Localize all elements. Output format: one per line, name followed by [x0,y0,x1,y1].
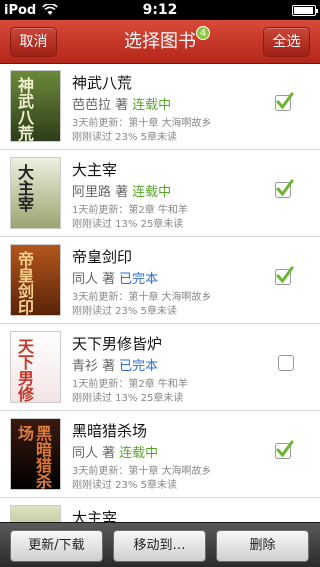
move-to-button[interactable]: 移动到… [113,530,206,562]
book-author: 阿里路 著 [72,185,129,200]
book-cover-image: 大主宰 [10,157,61,229]
book-meta: 芭芭拉 著连载中 [72,94,171,113]
update-download-button[interactable]: 更新/下载 [10,530,103,562]
book-row[interactable]: 大主宰 [0,499,320,522]
book-update-info: 1天前更新：第2章 牛和羊 [72,205,188,216]
book-update-info: 1天前更新：第2章 牛和羊 [72,379,188,390]
book-status: 连载中 [132,185,172,200]
clock: 9:12 [142,2,178,18]
book-progress-info: 刚刚读过 23% 5章未读 [72,132,177,143]
checkbox-checked-icon[interactable] [274,266,294,286]
book-row[interactable]: 神武八荒 神武八荒 芭芭拉 著连载中 3天前更新：第十章 大海啊故乡 刚刚读过 23% … [0,64,320,150]
checkbox-unchecked[interactable] [278,355,294,371]
book-meta: 同人 著连载中 [72,442,158,461]
cover-title-text: 神武八荒 [15,77,34,141]
navigation-bar: 取消 选择图书 4 全选 [0,20,320,64]
book-progress-info: 刚刚读过 23% 5章未读 [72,306,177,317]
book-title: 天下男修皆炉 [72,335,163,353]
delete-button[interactable]: 删除 [216,530,309,562]
book-progress-info: 刚刚读过 13% 25章未读 [72,393,184,404]
book-author: 青衫 著 [72,359,116,374]
book-title: 神武八荒 [72,74,133,92]
status-bar: iPod 9:12 [0,0,320,20]
book-status: 连载中 [119,446,159,461]
wifi-icon [42,4,59,15]
book-progress-info: 刚刚读过 13% 25章未读 [72,219,184,230]
book-author: 同人 著 [72,272,116,287]
book-author: 芭芭拉 著 [72,98,129,113]
book-progress-info: 刚刚读过 23% 5章未读 [72,480,177,491]
carrier-label: iPod [4,2,37,18]
book-title: 帝皇剑印 [72,248,133,266]
book-meta: 同人 著已完本 [72,268,158,287]
book-status: 已完本 [119,359,159,374]
book-cover-image: 帝皇剑印 [10,244,61,316]
book-row[interactable]: 天下男修 天下男修皆炉 青衫 著已完本 1天前更新：第2章 牛和羊 刚刚读过 13% 2… [0,325,320,411]
book-title: 大主宰 [72,509,118,522]
book-update-info: 3天前更新：第十章 大海啊故乡 [72,118,212,129]
book-update-info: 3天前更新：第十章 大海啊故乡 [72,466,212,477]
checkbox-checked-icon[interactable] [274,92,294,112]
book-cover-image: 天下男修 [10,331,61,403]
book-status: 连载中 [132,98,172,113]
book-cover-image [10,505,61,522]
book-row[interactable]: 大主宰 大主宰 阿里路 著连载中 1天前更新：第2章 牛和羊 刚刚读过 13% 25章未… [0,151,320,237]
book-row[interactable]: 黑暗猎杀场 黑暗猎杀场 同人 著连载中 3天前更新：第十章 大海啊故乡 刚刚读过 23%… [0,412,320,498]
book-meta: 青衫 著已完本 [72,355,158,374]
book-author: 同人 著 [72,446,116,461]
book-status: 已完本 [119,272,159,287]
bottom-toolbar: 更新/下载 移动到… 删除 [0,522,320,567]
cover-title-text: 帝皇剑印 [15,251,34,315]
cover-title-text: 天下男修 [15,338,34,402]
select-all-button[interactable]: 全选 [263,27,310,57]
book-title: 黑暗猎杀场 [72,422,148,440]
book-list[interactable]: 神武八荒 神武八荒 芭芭拉 著连载中 3天前更新：第十章 大海啊故乡 刚刚读过 23% … [0,64,320,522]
book-row[interactable]: 帝皇剑印 帝皇剑印 同人 著已完本 3天前更新：第十章 大海啊故乡 刚刚读过 23% 5… [0,238,320,324]
book-title: 大主宰 [72,161,118,179]
book-cover-image: 黑暗猎杀场 [10,418,61,490]
battery-icon [292,4,318,16]
checkbox-checked-icon[interactable] [274,179,294,199]
book-update-info: 3天前更新：第十章 大海啊故乡 [72,292,212,303]
book-meta: 阿里路 著连载中 [72,181,171,200]
cover-title-text: 黑暗猎杀场 [15,425,52,489]
selected-count-badge: 4 [196,26,210,40]
checkbox-checked-icon[interactable] [274,440,294,460]
book-cover-image: 神武八荒 [10,70,61,142]
cover-title-text: 大主宰 [15,164,34,212]
